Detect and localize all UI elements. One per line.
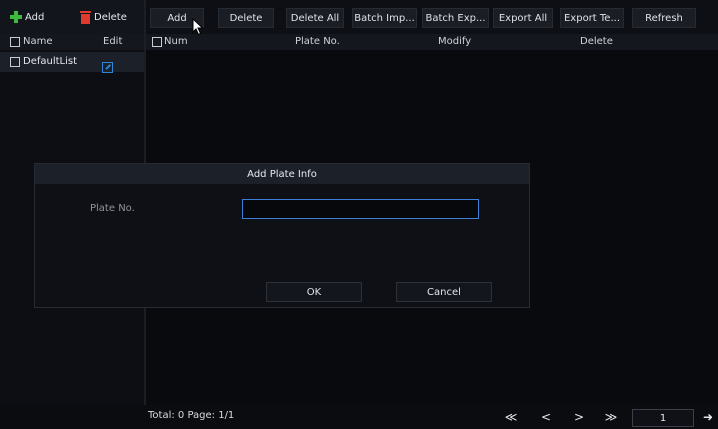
list-item-checkbox[interactable]	[10, 57, 20, 67]
total-page-text: Total: 0 Page: 1/1	[148, 410, 235, 421]
export-all-button[interactable]: Export All	[493, 8, 553, 28]
delete-all-button[interactable]: Delete All	[286, 8, 344, 28]
dialog-titlebar: Add Plate Info	[35, 164, 529, 184]
list-item[interactable]: DefaultList	[0, 52, 144, 73]
column-header-edit: Edit	[103, 36, 123, 47]
column-header-num: Num	[164, 36, 188, 47]
next-page-button[interactable]: >	[568, 407, 590, 427]
first-page-button[interactable]: ≪	[498, 407, 524, 427]
select-all-plates-checkbox[interactable]	[152, 37, 162, 47]
column-header-modify: Modify	[438, 36, 472, 47]
previous-page-button[interactable]: <	[535, 407, 557, 427]
add-list-button[interactable]: Add	[10, 9, 44, 25]
delete-plate-button[interactable]: Delete	[218, 8, 274, 28]
plate-table-header: Num Plate No. Modify Delete	[146, 34, 718, 50]
refresh-button[interactable]: Refresh	[632, 8, 696, 28]
column-header-plate-no: Plate No.	[295, 36, 340, 47]
select-all-lists-checkbox[interactable]	[10, 37, 20, 47]
cancel-button[interactable]: Cancel	[396, 282, 492, 302]
column-header-delete: Delete	[580, 36, 613, 47]
dialog-title: Add Plate Info	[247, 168, 317, 180]
list-toolbar: Add Delete	[0, 0, 144, 34]
plus-icon	[10, 11, 22, 23]
ok-button[interactable]: OK	[266, 282, 362, 302]
batch-import-button[interactable]: Batch Imp...	[352, 8, 417, 28]
batch-export-button[interactable]: Batch Exp...	[422, 8, 489, 28]
add-plate-dialog: Add Plate Info Plate No. OK Cancel	[34, 163, 530, 308]
list-item-name: DefaultList	[23, 56, 78, 67]
export-template-button[interactable]: Export Te...	[560, 8, 624, 28]
plate-no-input[interactable]	[242, 199, 479, 219]
last-page-button[interactable]: ≫	[598, 407, 624, 427]
delete-list-label: Delete	[94, 11, 127, 23]
edit-icon[interactable]	[102, 61, 113, 73]
cursor-icon	[192, 18, 204, 36]
column-header-name: Name	[23, 36, 53, 47]
trash-icon	[80, 10, 91, 24]
list-table-header: Name Edit	[0, 34, 144, 50]
plate-no-label: Plate No.	[90, 203, 135, 214]
add-list-label: Add	[25, 11, 45, 23]
delete-list-button[interactable]: Delete	[80, 9, 127, 25]
go-arrow-icon[interactable]: ➜	[700, 407, 716, 427]
page-number-input[interactable]	[632, 409, 694, 427]
